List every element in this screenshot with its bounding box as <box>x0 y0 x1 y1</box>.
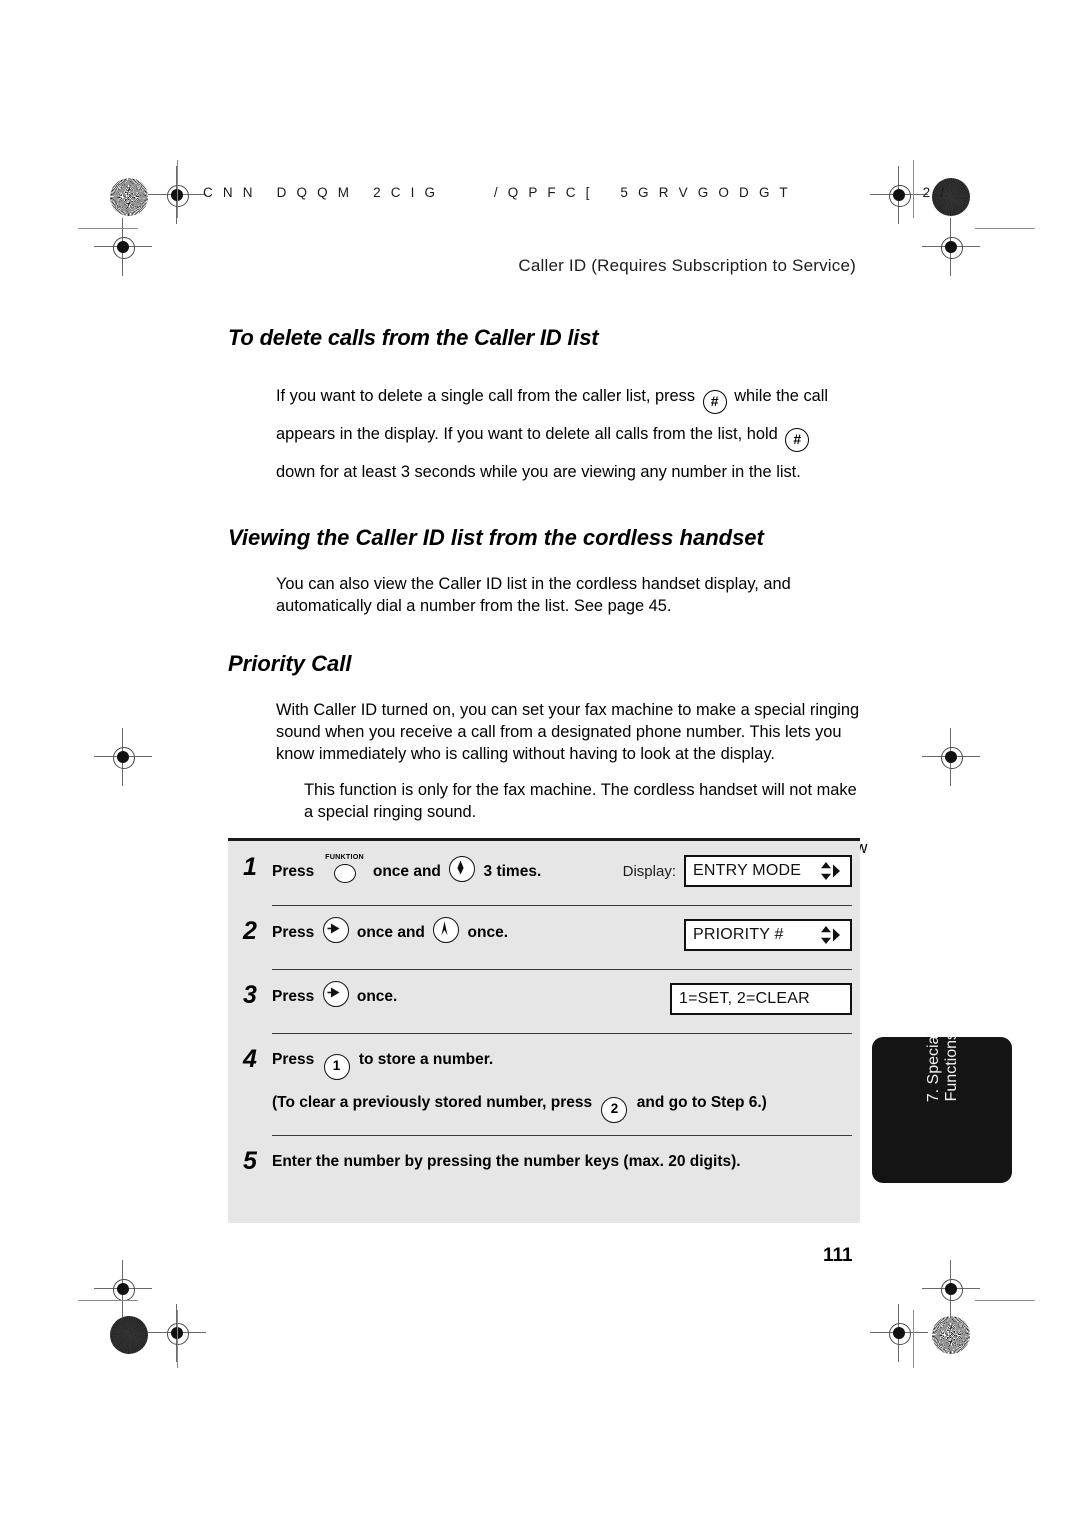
hash-key-icon: # <box>785 428 810 452</box>
funktion-button-label: FUNKTION <box>325 852 364 861</box>
step-sub-text-a: (To clear a previously stored number, pr… <box>272 1094 593 1111</box>
display-label: Display: <box>622 862 676 880</box>
registration-starburst-top-left <box>110 178 148 216</box>
step-text-press: Press <box>272 863 315 880</box>
running-head: Caller ID (Requires Subscription to Serv… <box>518 256 856 275</box>
lcd-display-3: 1=SET, 2=CLEAR <box>670 983 852 1015</box>
crop-mark-upper-left <box>94 218 152 276</box>
lcd-updown-right-arrow-icon <box>819 921 843 949</box>
printer-header-code: C N N D Q Q M 2 C I G / Q P F C [ 5 G R … <box>203 185 948 200</box>
page-number: 111 <box>823 1245 853 1266</box>
step-text-press: Press <box>272 988 315 1005</box>
start-arrow-key-icon[interactable] <box>322 981 349 1007</box>
trim-line-upper-left-horizontal <box>78 228 138 229</box>
crop-mark-bottom-right <box>870 1304 928 1362</box>
step-row-2: 2 Press once and once. PRIORITY # <box>228 905 860 969</box>
crop-mark-upper-right <box>922 218 980 276</box>
lcd-value: 1=SET, 2=CLEAR <box>679 990 810 1007</box>
registration-target-bottom-left <box>110 1316 148 1354</box>
step-instruction: Enter the number by pressing the number … <box>272 1153 741 1170</box>
lcd-value: PRIORITY # <box>693 926 784 943</box>
step-number: 2 <box>243 917 257 945</box>
delete-calls-text-2: while the call <box>734 387 829 405</box>
lcd-value: ENTRY MODE <box>693 862 802 879</box>
display-group-1: Display: ENTRY MODE <box>623 855 852 887</box>
step-row-5: 5 Enter the number by pressing the numbe… <box>228 1135 860 1223</box>
step-instruction: Press 1 to store a number. <box>272 1045 860 1080</box>
crop-mark-middle-right <box>922 728 980 786</box>
step-sub-text-b: and go to Step 6.) <box>636 1094 767 1111</box>
paragraph-viewing-caller-id: You can also view the Caller ID list in … <box>276 575 791 615</box>
step-row-1: 1 Press FUNKTION once and 3 times. Displ… <box>228 841 860 905</box>
step-text-once: once. <box>467 924 509 941</box>
crop-mark-lower-right <box>922 1260 980 1318</box>
up-arrow-key-icon[interactable] <box>433 917 460 943</box>
step-text-once-and: once and <box>356 924 425 941</box>
heading-viewing-caller-id: Viewing the Caller ID list from the cord… <box>228 525 764 550</box>
delete-calls-text-3: appears in the display. If you want to d… <box>276 425 778 443</box>
delete-calls-text-4: down for at least 3 seconds while you ar… <box>276 463 801 481</box>
step-row-3: 3 Press once. 1=SET, 2=CLEAR <box>228 969 860 1033</box>
start-arrow-key-icon[interactable] <box>322 917 349 943</box>
main-content: To delete calls from the Caller ID list … <box>228 325 868 895</box>
delete-calls-text-1: If you want to delete a single call from… <box>276 387 696 405</box>
side-tab-special-functions: 7. Special Functions <box>872 1032 1012 1183</box>
trim-line-lower-left-horizontal <box>78 1300 138 1301</box>
trim-line-bottom-left-vertical <box>177 1310 178 1368</box>
paragraph-priority-call-intro: With Caller ID turned on, you can set yo… <box>276 701 860 763</box>
crop-mark-middle-left <box>94 728 152 786</box>
heading-priority-call: Priority Call <box>228 651 352 676</box>
number-key-1-icon[interactable]: 1 <box>323 1054 350 1080</box>
step-text-press: Press <box>272 1051 315 1068</box>
registration-starburst-bottom-right <box>932 1316 970 1354</box>
lcd-display-2: PRIORITY # <box>684 919 852 951</box>
heading-delete-calls: To delete calls from the Caller ID list <box>228 325 599 350</box>
paragraph-delete-calls: If you want to delete a single call from… <box>228 377 868 491</box>
display-group-3: 1=SET, 2=CLEAR <box>670 983 852 1015</box>
side-tab-label: 7. Special Functions <box>925 1032 960 1103</box>
trim-line-lower-right-horizontal <box>975 1300 1035 1301</box>
number-key-2-icon[interactable]: 2 <box>601 1097 628 1123</box>
step-text-store: to store a number. <box>358 1051 494 1068</box>
down-arrow-key-icon[interactable] <box>449 856 476 882</box>
step-sub-instruction: (To clear a previously stored number, pr… <box>272 1088 860 1123</box>
step-text-once-and: once and <box>372 863 441 880</box>
funktion-button-icon[interactable]: FUNKTION <box>323 853 367 883</box>
lcd-updown-right-arrow-icon <box>819 857 843 885</box>
display-group-2: PRIORITY # <box>684 919 852 951</box>
hash-key-icon: # <box>702 390 727 414</box>
step-number: 1 <box>243 853 257 881</box>
trim-line-top-left-vertical <box>177 160 178 218</box>
trim-line-bottom-right-vertical <box>913 1310 914 1368</box>
step-number: 5 <box>243 1147 257 1175</box>
paragraph-priority-call-note: This function is only for the fax machin… <box>304 781 857 821</box>
lcd-display-1: ENTRY MODE <box>684 855 852 887</box>
step-number: 3 <box>243 981 257 1009</box>
step-text-press: Press <box>272 924 315 941</box>
step-text-times: 3 times. <box>483 863 542 880</box>
trim-line-upper-right-horizontal <box>975 228 1035 229</box>
step-text-once: once. <box>356 988 398 1005</box>
step-row-4: 4 Press 1 to store a number. (To clear a… <box>228 1033 860 1135</box>
steps-table: 1 Press FUNKTION once and 3 times. Displ… <box>228 838 860 1223</box>
step-number: 4 <box>243 1045 257 1073</box>
